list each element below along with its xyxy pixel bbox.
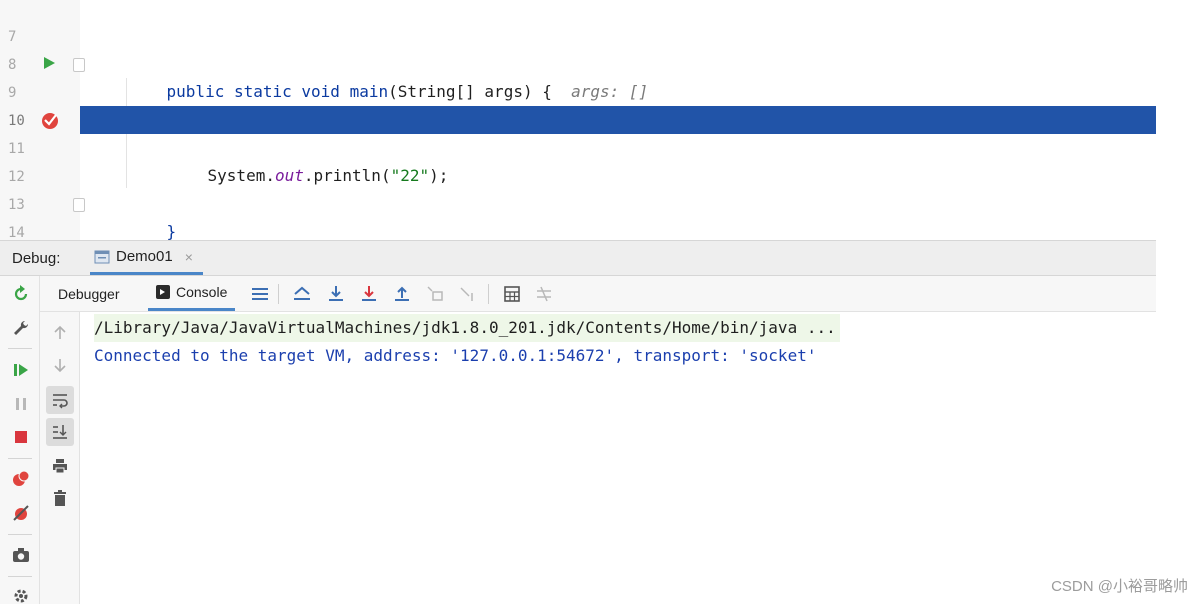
close-icon[interactable]: × (185, 249, 193, 265)
run-to-cursor-button[interactable] (456, 282, 480, 306)
screenshot-button[interactable] (9, 543, 33, 567)
breakpoints-icon (13, 470, 30, 486)
execution-point-icon (294, 286, 310, 300)
mute-breakpoints-button[interactable] (9, 501, 33, 525)
scroll-to-end-toggle[interactable] (46, 418, 74, 446)
step-over-button[interactable] (324, 282, 348, 306)
code-line-10-current[interactable]: System.out.println("11"); (80, 106, 1156, 157)
tab-debugger[interactable]: Debugger (50, 276, 128, 311)
line-number-12: 12 (8, 169, 25, 185)
gear-icon (14, 589, 28, 603)
side-divider (8, 576, 32, 577)
watermark: CSDN @小裕哥略帅 (1051, 578, 1188, 595)
step-out-button[interactable] (390, 282, 414, 306)
line-number-11: 11 (8, 141, 25, 157)
drop-frame-button[interactable] (423, 282, 447, 306)
clear-all-button[interactable] (46, 484, 74, 512)
debugger-toolbar: Debugger Console (40, 276, 1156, 312)
drop-frame-icon (427, 286, 443, 301)
camera-icon (13, 548, 29, 562)
code-token-field: out (274, 166, 304, 185)
console-icon (156, 285, 170, 299)
line-number-7: 7 (8, 29, 17, 45)
method-name: main (349, 82, 389, 101)
code-line-11[interactable]: System.out.println("22"); (80, 134, 1156, 185)
trash-icon (54, 490, 66, 506)
show-threads-button[interactable] (248, 282, 272, 306)
line-number-14: 14 (8, 225, 25, 240)
run-gutter-icon[interactable] (42, 56, 56, 70)
code-token-string: "22" (390, 166, 430, 185)
scroll-up-button[interactable] (46, 318, 74, 346)
inline-value-hint: args: [] (571, 82, 649, 101)
console-side-toolbar (40, 312, 80, 604)
code-editor[interactable]: 7 8 9 10 11 12 13 14 public static void … (0, 0, 1156, 240)
step-into-icon (329, 286, 343, 301)
method-modifiers: public static void (166, 82, 350, 101)
print-button[interactable] (46, 452, 74, 480)
line-number-9: 9 (8, 85, 17, 101)
settings-button[interactable] (9, 584, 33, 608)
modify-config-button[interactable] (9, 316, 33, 340)
printer-icon (53, 459, 67, 474)
pause-button[interactable] (9, 392, 33, 416)
scroll-to-end-icon (53, 425, 67, 439)
soft-wrap-icon (53, 394, 68, 409)
stop-icon (15, 431, 27, 443)
side-divider (8, 534, 32, 535)
console-line-command[interactable]: /Library/Java/JavaVirtualMachines/jdk1.8… (94, 314, 840, 342)
resume-button[interactable] (9, 358, 33, 382)
force-step-into-icon (362, 286, 376, 301)
stop-button[interactable] (9, 425, 33, 449)
breakpoint-icon[interactable] (40, 110, 60, 130)
rerun-icon (14, 285, 28, 301)
run-to-cursor-icon (460, 287, 473, 301)
code-token: System. (207, 166, 275, 185)
trace-settings-button[interactable] (532, 282, 556, 306)
trace-icon (537, 286, 551, 302)
code-line-8[interactable]: public static void main(String[] args) {… (80, 50, 1156, 101)
code-line-13[interactable]: } (80, 190, 1156, 240)
scroll-down-button[interactable] (46, 352, 74, 380)
pause-icon (16, 398, 26, 410)
debug-title: Debug: (12, 250, 61, 267)
show-execution-point-button[interactable] (290, 282, 314, 306)
tab-console-label: Console (176, 284, 228, 300)
calculator-icon (504, 286, 520, 302)
wrench-icon (14, 320, 29, 335)
side-divider (8, 348, 32, 349)
mute-breakpoints-icon (13, 505, 29, 521)
arrow-up-icon (54, 325, 66, 339)
toolbar-divider (278, 284, 279, 304)
rerun-button[interactable] (9, 282, 33, 306)
line-number-8: 8 (8, 57, 17, 73)
console-output[interactable]: /Library/Java/JavaVirtualMachines/jdk1.8… (80, 312, 1156, 604)
toolbar-divider (488, 284, 489, 304)
tab-console[interactable]: Console (148, 276, 236, 311)
run-tab-label: Demo01 (116, 248, 173, 265)
console-window-icon (94, 250, 110, 263)
step-out-icon (395, 286, 409, 301)
console-line-connected: Connected to the target VM, address: '12… (94, 346, 817, 365)
arrow-down-icon (54, 359, 66, 373)
editor-gutter[interactable]: 7 8 9 10 11 12 13 14 (0, 0, 80, 240)
tab-debugger-label: Debugger (58, 285, 120, 302)
run-config-tab-demo01[interactable]: Demo01 × (90, 241, 203, 275)
soft-wrap-toggle[interactable] (46, 386, 74, 414)
resume-icon (14, 364, 28, 376)
side-divider (8, 458, 32, 459)
menu-lines-icon (252, 288, 268, 300)
line-number-13: 13 (8, 197, 25, 213)
evaluate-expression-button[interactable] (500, 282, 524, 306)
debug-tool-window-header: Debug: Demo01 × (0, 240, 1156, 276)
view-breakpoints-button[interactable] (9, 467, 33, 491)
force-step-into-button[interactable] (357, 282, 381, 306)
closing-brace: } (166, 222, 177, 240)
debug-side-toolbar (0, 276, 40, 604)
code-token: .println( (303, 166, 391, 185)
line-number-10: 10 (8, 113, 25, 129)
code-token: ); (429, 166, 449, 185)
method-params: (String[] args) { (388, 82, 552, 101)
